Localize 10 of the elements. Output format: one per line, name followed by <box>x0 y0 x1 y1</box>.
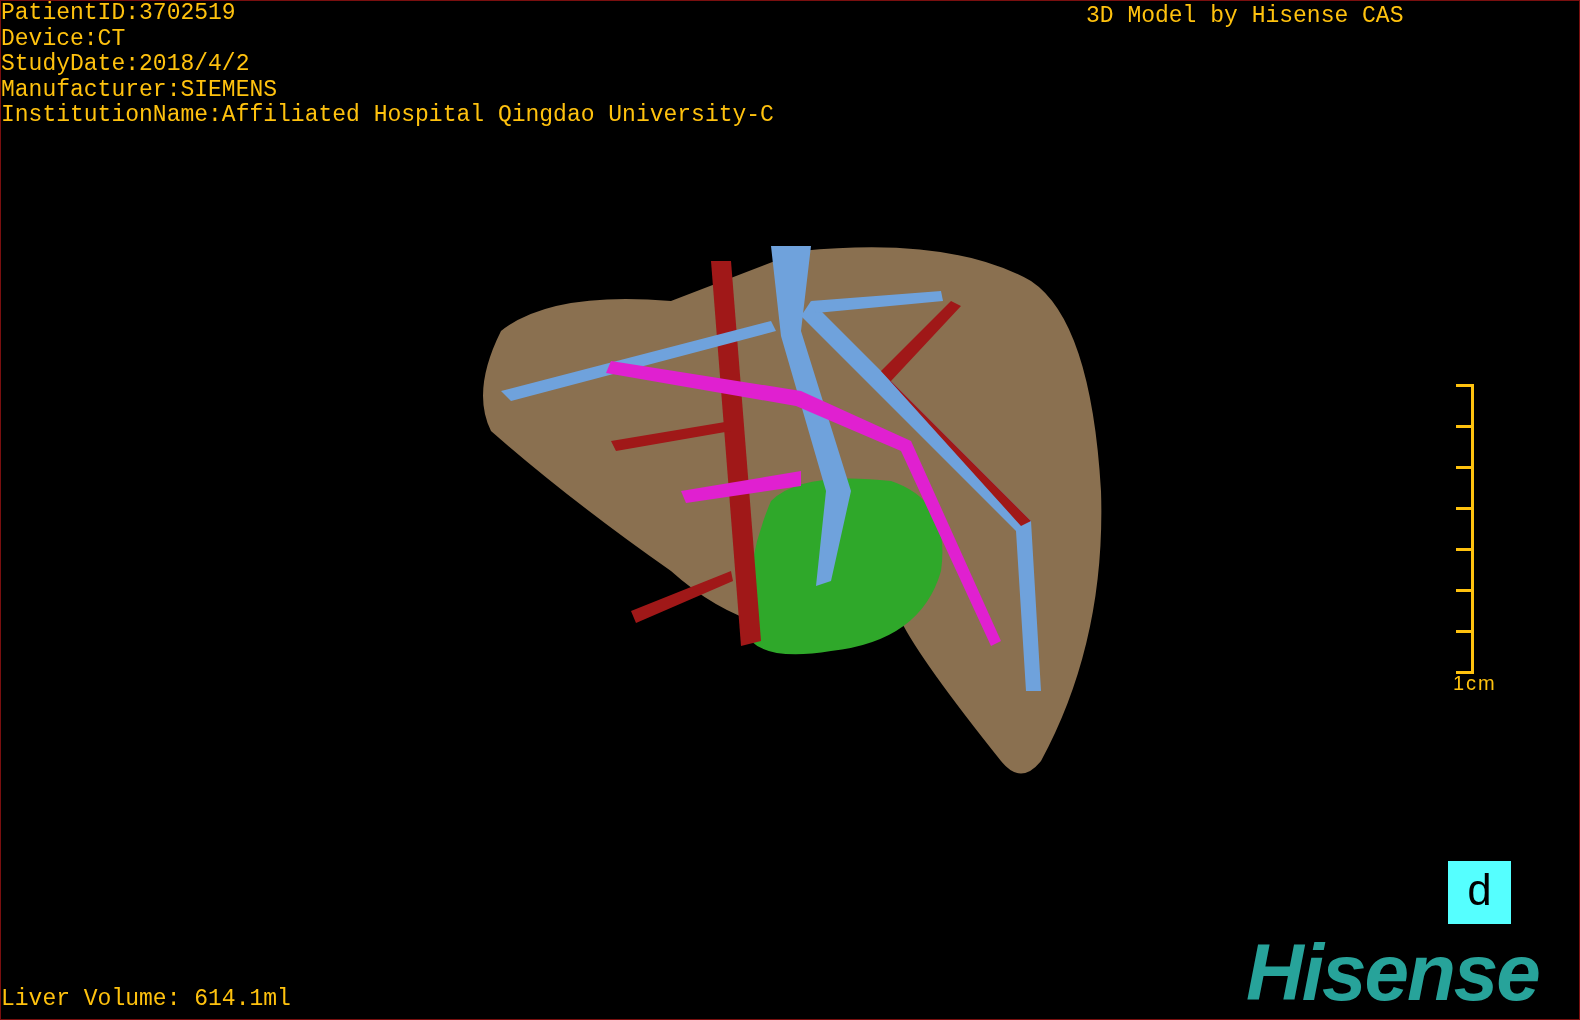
info-text: Manufacturer:SIEMENS <box>1 77 279 103</box>
logo-text: Hisense <box>1246 933 1539 1013</box>
scale-label: 1cm <box>1453 672 1497 694</box>
liver-volume-text: Liver Volume: 614.1ml <box>1 985 291 1014</box>
model-title: 3D Model by Hisense CAS <box>1086 2 1404 31</box>
info-text: StudyDate:2018/4/2 <box>1 52 251 78</box>
info-text: Device:CT <box>1 26 127 52</box>
info-text: PatientID:3702519 <box>1 1 237 27</box>
info-text: InstitutionName:Affiliated Hospital Qingdao University-C <box>1 103 774 129</box>
view-button[interactable]: d <box>1448 861 1511 924</box>
